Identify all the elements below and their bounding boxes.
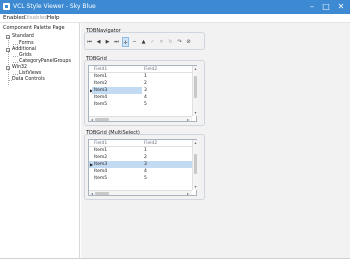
grid-cell[interactable]: Item3 <box>92 87 142 94</box>
refresh-data-icon[interactable]: ↻ <box>167 37 174 47</box>
scroll-thumb[interactable] <box>194 76 197 98</box>
grid-cell[interactable]: Item2 <box>92 80 107 87</box>
title-bar[interactable]: VCL Style Viewer - Sky Blue – □ ✕ <box>0 0 350 14</box>
tree-connector <box>13 56 18 57</box>
component-palette-sidebar: Component Palette Page − Standard Forms … <box>0 23 80 258</box>
delete-record-icon[interactable]: − <box>131 37 138 47</box>
grid-cell[interactable]: 1 <box>142 147 147 154</box>
grid-cell[interactable]: 5 <box>142 175 147 182</box>
scroll-right-icon[interactable]: ▸ <box>186 191 190 196</box>
scroll-up-icon[interactable]: ▴ <box>193 67 198 71</box>
menu-enabled[interactable]: Enabled <box>3 15 25 22</box>
table-row[interactable]: Item5 5 <box>89 175 193 182</box>
grid-cell[interactable]: Item4 <box>92 168 107 175</box>
scroll-thumb[interactable] <box>95 192 109 195</box>
scroll-thumb[interactable] <box>194 154 197 174</box>
scroll-up-icon[interactable]: ▴ <box>193 141 198 145</box>
table-row[interactable]: Item5 5 <box>89 101 193 108</box>
cancel-edit-icon[interactable]: ✕ <box>158 37 165 47</box>
app-icon <box>3 3 10 10</box>
post-edit-icon[interactable]: ✓ <box>149 37 156 47</box>
tree-expander-standard[interactable]: − <box>6 35 10 40</box>
grid-cell[interactable]: Item2 <box>92 154 107 161</box>
grid-cell[interactable]: Item5 <box>92 175 107 182</box>
scroll-left-icon[interactable]: ◂ <box>90 191 94 196</box>
column-header-field1[interactable]: Field1 <box>92 140 142 147</box>
tree-item-standard[interactable]: Standard <box>12 34 34 40</box>
db-navigator: ⏮ ◀ ▶ ⏭ ✛ − ▲ ✓ ✕ ↻ ↷ ⊘ <box>86 37 191 47</box>
grid-cell[interactable]: 1 <box>142 73 147 80</box>
tree-expander-additional[interactable]: − <box>6 48 10 53</box>
multiselect-grid-group-title: TDBGrid (MultiSelect) <box>86 130 140 136</box>
table-row[interactable]: Item1 1 <box>89 73 193 80</box>
prior-record-icon[interactable]: ◀ <box>95 37 102 47</box>
grid-cell[interactable]: Item4 <box>92 94 107 101</box>
grid-cell[interactable]: Item1 <box>92 73 107 80</box>
tree-connector <box>13 44 18 45</box>
horizontal-scrollbar[interactable]: ◂ ▸ <box>89 190 192 195</box>
grid-cell[interactable]: 4 <box>142 168 147 175</box>
cancel-updates-icon[interactable]: ⊘ <box>185 37 192 47</box>
table-row[interactable]: Item2 2 <box>89 154 193 161</box>
scroll-down-icon[interactable]: ▾ <box>193 111 198 115</box>
maximize-button[interactable]: □ <box>321 2 331 12</box>
scroll-left-icon[interactable]: ◂ <box>90 117 94 122</box>
tree-item-data-controls[interactable]: Data Controls <box>12 77 45 83</box>
grid-cell[interactable]: 2 <box>142 154 147 161</box>
status-bar <box>0 258 350 265</box>
scroll-down-icon[interactable]: ▾ <box>193 185 198 189</box>
grid-group-title: TDBGrid <box>86 56 107 62</box>
db-grid[interactable]: Field1 Field2 Item1 1 Item2 2 ▶ Item3 3 … <box>88 65 197 122</box>
tree-connector <box>13 62 18 63</box>
table-row[interactable]: Item4 4 <box>89 168 193 175</box>
navigator-group-title: TDBNavigator <box>86 28 121 34</box>
scroll-thumb[interactable] <box>95 118 109 121</box>
grid-cell[interactable]: 3 <box>142 161 147 168</box>
column-header-field2[interactable]: Field2 <box>142 66 190 73</box>
grid-cell[interactable]: 4 <box>142 94 147 101</box>
horizontal-scrollbar[interactable]: ◂ ▸ <box>89 116 192 121</box>
table-row[interactable]: Item4 4 <box>89 94 193 101</box>
grid-cell[interactable]: Item1 <box>92 147 107 154</box>
sidebar-title: Component Palette Page <box>3 25 65 31</box>
tree-expander-win32[interactable]: − <box>6 66 10 71</box>
apply-updates-icon[interactable]: ↷ <box>176 37 183 47</box>
db-grid-multiselect[interactable]: Field1 Field2 Item1 1 Item2 2 ▶ Item3 3 … <box>88 139 197 196</box>
grid-cell[interactable]: 2 <box>142 80 147 87</box>
grid-cell[interactable]: 3 <box>142 87 147 94</box>
first-record-icon[interactable]: ⏮ <box>86 37 93 47</box>
table-row[interactable]: Item2 2 <box>89 80 193 87</box>
vertical-scrollbar[interactable]: ▴ ▾ <box>192 66 197 116</box>
menu-bar: Enabled Disabled Help <box>0 14 350 23</box>
tree-connector <box>8 37 9 85</box>
grid-cell[interactable]: Item5 <box>92 101 107 108</box>
tree-connector <box>13 74 18 75</box>
grid-cell[interactable]: 5 <box>142 101 147 108</box>
insert-record-icon[interactable]: ✛ <box>122 37 129 47</box>
scroll-right-icon[interactable]: ▸ <box>186 117 190 122</box>
menu-disabled[interactable]: Disabled <box>24 15 48 22</box>
column-header-field1[interactable]: Field1 <box>92 66 142 73</box>
edit-record-icon[interactable]: ▲ <box>140 37 147 47</box>
last-record-icon[interactable]: ⏭ <box>113 37 120 47</box>
next-record-icon[interactable]: ▶ <box>104 37 111 47</box>
table-row[interactable]: ▶ Item3 3 <box>89 161 192 168</box>
grid-header: Field1 Field2 <box>89 66 193 73</box>
minimize-button[interactable]: – <box>307 2 317 12</box>
window-title: VCL Style Viewer - Sky Blue <box>13 3 96 10</box>
table-row[interactable]: ▶ Item3 3 <box>89 87 193 94</box>
table-row[interactable]: Item1 1 <box>89 147 193 154</box>
column-header-field2[interactable]: Field2 <box>142 140 190 147</box>
menu-help[interactable]: Help <box>47 15 60 22</box>
grid-header: Field1 Field2 <box>89 140 193 147</box>
close-button[interactable]: ✕ <box>336 2 346 12</box>
grid-cell[interactable]: Item3 <box>92 161 107 168</box>
vertical-scrollbar[interactable]: ▴ ▾ <box>192 140 197 190</box>
